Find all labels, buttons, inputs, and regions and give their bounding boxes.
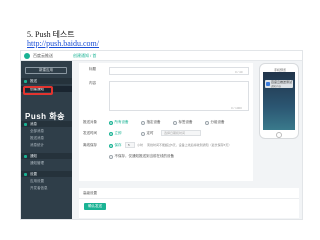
sidebar: 新建应用 推送 创建通知 消息 全部消息 推送消息 消息统计 通知 通知管理 设… — [21, 61, 72, 219]
target-radio-group[interactable]: 分组设备 — [205, 120, 225, 125]
sidebar-group-settings[interactable]: 设置 — [21, 171, 72, 177]
title-label: 标题 — [89, 67, 96, 71]
title-counter: 0 / 40 — [235, 70, 243, 74]
new-app-button[interactable]: 新建应用 — [25, 67, 67, 74]
expiry-note: 离线时间不能超过5天，设备上线后将收到通知（最长保存5天） — [147, 143, 232, 147]
confirm-send-button[interactable]: 确认发送 — [84, 203, 106, 210]
content-textarea[interactable] — [109, 81, 249, 111]
title-input[interactable] — [109, 67, 249, 75]
expiry-hours-input[interactable]: 5 — [125, 142, 135, 148]
push-annotation: Push 화송 — [25, 112, 66, 121]
sidebar-group-label: 推送 — [30, 79, 37, 83]
sidebar-group-label: 设置 — [30, 172, 37, 176]
app-icon — [266, 81, 270, 86]
expiry-radio-none[interactable]: 不保存，仅通知推送到当前在线的设备 — [109, 154, 174, 159]
gear-icon — [24, 172, 27, 176]
advanced-title: 高级设置 — [83, 191, 97, 195]
breadcrumb[interactable]: 创建通知 / 首 — [73, 53, 96, 59]
sidebar-group-notifications[interactable]: 通知 — [21, 153, 72, 159]
brand-name: 百度云推送 — [33, 53, 53, 58]
push-icon — [24, 79, 27, 83]
target-label: 推送对象 — [83, 120, 97, 124]
target-radio-tag[interactable]: 标签设备 — [173, 120, 193, 125]
sidebar-item-app-settings[interactable]: 应用设置 — [21, 178, 72, 184]
send-datetime-input[interactable]: 选择日期和时间 — [161, 130, 201, 136]
phone-preview: 手机预览 百度云推送测试 通知内容 — [259, 63, 299, 139]
phone-screen: 百度云推送测试 通知内容 — [263, 72, 295, 130]
target-radio-device[interactable]: 指定设备 — [141, 120, 161, 125]
send-time-label: 发送时间 — [83, 131, 97, 135]
slide-caption: 5. Push 테스트 http://push.baidu.com/ — [27, 30, 99, 48]
home-button-icon — [276, 132, 282, 138]
sidebar-item-all-messages[interactable]: 全部消息 — [21, 128, 72, 134]
bell-icon — [24, 154, 27, 158]
top-bar: 百度云推送 创建通知 / 首 — [21, 51, 302, 61]
expiry-radio-keep[interactable]: 保存 — [109, 143, 122, 148]
send-radio-scheduled[interactable]: 定时 — [141, 131, 154, 136]
advanced-panel: 高级设置 确认发送 — [79, 188, 299, 218]
divider — [79, 198, 299, 199]
sidebar-item-developer-info[interactable]: 开发者信息 — [21, 185, 72, 191]
sidebar-group-label: 消息 — [30, 122, 37, 126]
highlight-box — [23, 86, 53, 95]
notice-form: 标题 0 / 40 内容 0 / 1000 推送对象 所有设备 指定设备 标签设… — [79, 63, 253, 181]
target-radio-all[interactable]: 所有设备 — [109, 120, 129, 125]
push-console-screenshot: 百度云推送 创建通知 / 首 新建应用 推送 创建通知 消息 全部消息 推送消息… — [20, 50, 303, 220]
sidebar-item-message-stats[interactable]: 消息统计 — [21, 142, 72, 148]
expiry-label: 离线保存 — [83, 143, 97, 147]
sidebar-group-label: 通知 — [30, 154, 37, 158]
caption-title: 5. Push 테스트 — [27, 30, 75, 39]
message-icon — [24, 122, 27, 126]
expiry-unit: 小时 — [137, 143, 144, 147]
notification-card: 百度云推送测试 通知内容 — [265, 80, 293, 88]
sidebar-item-push-messages[interactable]: 推送消息 — [21, 135, 72, 141]
brand-logo-icon — [24, 53, 30, 59]
send-radio-now[interactable]: 立即 — [109, 131, 122, 136]
sidebar-item-notice-manage[interactable]: 通知管理 — [21, 160, 72, 166]
content-counter: 0 / 1000 — [231, 106, 242, 110]
caption-url-link[interactable]: http://push.baidu.com/ — [27, 39, 99, 48]
notification-subtitle: 通知内容 — [271, 84, 282, 88]
content-label: 内容 — [89, 81, 96, 85]
sidebar-group-push[interactable]: 推送 — [21, 78, 72, 84]
